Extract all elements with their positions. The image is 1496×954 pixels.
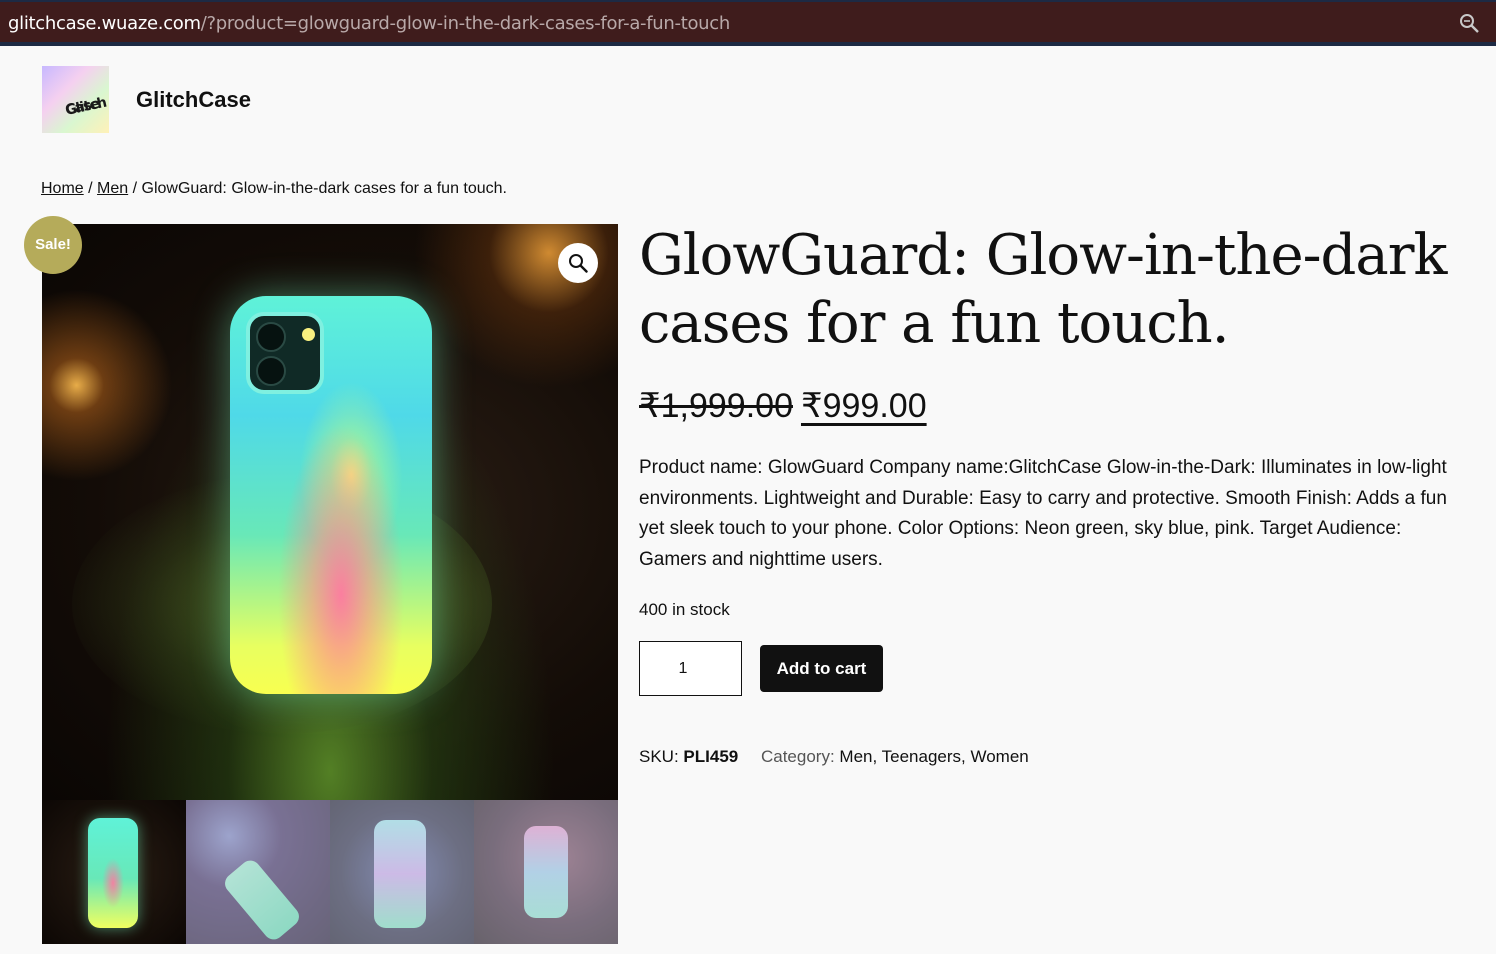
thumbnail-4[interactable] — [474, 800, 618, 944]
thumbnail-2[interactable] — [186, 800, 330, 944]
gallery-thumbnails — [42, 800, 618, 944]
zoom-icon[interactable] — [1458, 12, 1480, 34]
url-text[interactable]: glitchcase.wuaze.com/?product=glowguard-… — [8, 13, 730, 34]
product-price: ₹1,999.00 ₹999.00 — [639, 386, 927, 426]
regular-price: ₹1,999.00 — [639, 387, 793, 425]
breadcrumb-home-link[interactable]: Home — [41, 180, 84, 197]
product-title: GlowGuard: Glow-in-the-dark cases for a … — [639, 223, 1447, 356]
magnifier-icon — [569, 254, 588, 273]
breadcrumb-separator: / — [83, 180, 98, 197]
address-bar[interactable]: glitchcase.wuaze.com/?product=glowguard-… — [0, 0, 1496, 46]
category-label: Category: — [760, 747, 835, 766]
sku-label: SKU: — [639, 747, 679, 766]
category-link-men[interactable]: Men — [839, 747, 872, 766]
breadcrumb: Home / Men / GlowGuard: Glow-in-the-dark… — [41, 180, 507, 198]
quantity-input[interactable] — [639, 641, 742, 696]
camera-flash — [302, 328, 315, 341]
add-to-cart-button[interactable]: Add to cart — [760, 645, 883, 692]
logo-wordmark: Glitch Case — [63, 94, 108, 119]
product-description: Product name: GlowGuard Company name:Gli… — [639, 457, 1447, 570]
camera-lens — [256, 356, 286, 386]
camera-module — [246, 312, 324, 394]
product-meta: SKU: PLI459 Category: Men, Teenagers, Wo… — [639, 747, 1029, 766]
stock-status: 400 in stock — [639, 600, 730, 619]
sale-price: ₹999.00 — [800, 387, 927, 425]
glowing-phone-case — [230, 296, 432, 694]
image-zoom-button[interactable] — [558, 243, 598, 283]
url-host: glitchcase.wuaze.com — [8, 13, 201, 34]
camera-lens — [256, 322, 286, 352]
site-logo[interactable]: Glitch Case — [42, 66, 109, 133]
thumbnail-3[interactable] — [330, 800, 474, 944]
category-link-women[interactable]: Women — [970, 747, 1028, 766]
url-path: /?product=glowguard-glow-in-the-dark-cas… — [200, 13, 731, 34]
product-main-image[interactable] — [42, 224, 618, 800]
breadcrumb-separator: / — [128, 180, 142, 197]
breadcrumb-category-link[interactable]: Men — [97, 180, 128, 197]
site-title[interactable]: GlitchCase — [136, 87, 251, 113]
sku-value: PLI459 — [683, 747, 739, 766]
thumbnail-phone — [88, 818, 138, 928]
category-link-teenagers[interactable]: Teenagers — [882, 747, 961, 766]
thumbnail-1[interactable] — [42, 800, 186, 944]
breadcrumb-current: GlowGuard: Glow-in-the-dark cases for a … — [141, 180, 508, 197]
sale-badge: Sale! — [24, 216, 82, 274]
